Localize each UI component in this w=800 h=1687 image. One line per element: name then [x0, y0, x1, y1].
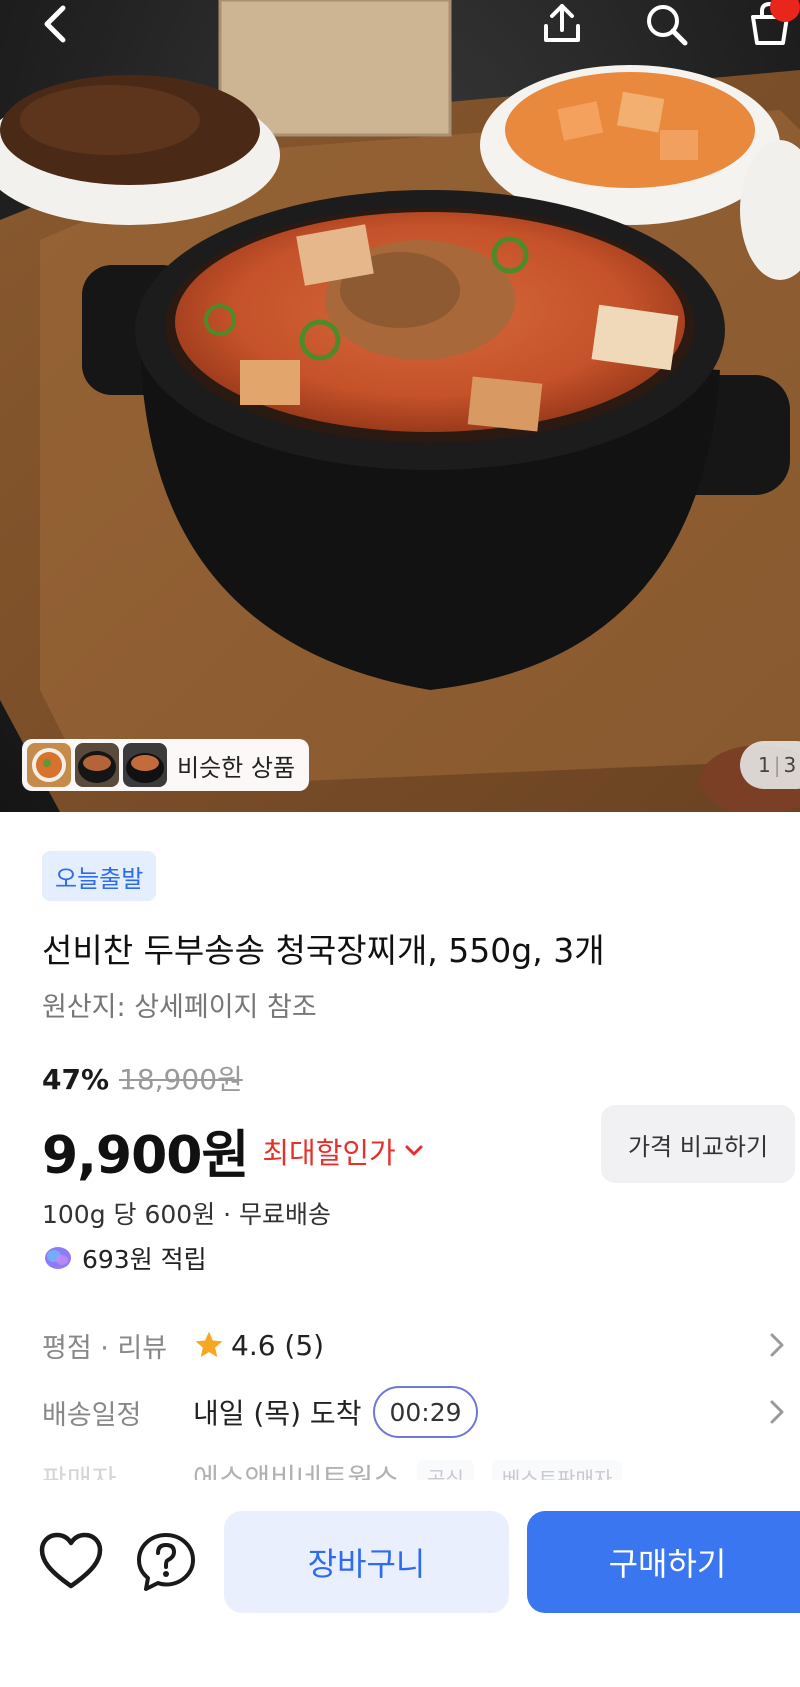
max-discount-label: 최대할인가 [262, 1135, 396, 1170]
question-icon[interactable] [134, 1530, 198, 1594]
origin-info: 원산지: 상세페이지 참조 [42, 992, 317, 1023]
product-image-gallery[interactable]: 비슷한 상품 1 | 3 [0, 0, 800, 812]
similar-products-button[interactable]: 비슷한 상품 [22, 739, 310, 791]
page-separator: | [773, 753, 781, 777]
rating-value: 4.6 (5) [231, 1328, 325, 1362]
reward-points: 693원 적립 [42, 1240, 207, 1276]
star-icon [195, 1331, 223, 1357]
rating-label: 평점 · 리뷰 [42, 1332, 168, 1364]
similar-products-label: 비슷한 상품 [177, 753, 296, 782]
heart-icon[interactable] [38, 1532, 104, 1592]
product-title: 선비찬 두부송송 청국장찌개, 550g, 3개 [42, 931, 605, 970]
unit-price-shipping: 100g 당 600원 · 무료배송 [42, 1200, 332, 1229]
chevron-down-icon [405, 1145, 423, 1155]
delivery-value-group: 내일 (목) 도착 00:29 [193, 1386, 478, 1438]
similar-thumb-2 [75, 743, 119, 787]
rating-review-row[interactable]: 평점 · 리뷰 4.6 (5) [42, 1319, 800, 1371]
image-page-indicator: 1 | 3 [740, 741, 800, 789]
page-current: 1 [758, 753, 771, 777]
page-total: 3 [783, 753, 797, 777]
similar-thumb-1 [27, 743, 71, 787]
rating-value-group: 4.6 (5) [193, 1329, 324, 1362]
buy-now-button[interactable]: 구매하기 [527, 1511, 800, 1613]
search-icon[interactable] [636, 0, 696, 48]
reward-text: 693원 적립 [82, 1245, 207, 1274]
reward-coin-icon [45, 1247, 71, 1269]
chevron-right-icon [770, 1333, 784, 1357]
share-icon[interactable] [532, 0, 592, 48]
max-discount-toggle[interactable]: 최대할인가 [262, 1130, 423, 1172]
sale-price: 9,900원 [42, 1126, 249, 1186]
delivery-schedule-row[interactable]: 배송일정 내일 (목) 도착 00:29 [42, 1386, 800, 1438]
similar-thumb-3 [123, 743, 167, 787]
add-to-cart-button[interactable]: 장바구니 [224, 1511, 509, 1613]
discount-row: 47% 18,900원 [42, 1058, 243, 1098]
price-compare-button[interactable]: 가격 비교하기 [601, 1105, 795, 1183]
cart-icon[interactable] [740, 0, 800, 48]
chevron-right-icon [770, 1400, 784, 1424]
price-row: 9,900원 최대할인가 [42, 1113, 424, 1188]
discount-rate: 47% [42, 1063, 110, 1096]
back-icon[interactable] [26, 0, 86, 48]
delivery-timer: 00:29 [373, 1386, 478, 1438]
today-shipping-badge: 오늘출발 [42, 851, 157, 901]
delivery-value: 내일 (목) 도착 [193, 1397, 362, 1430]
original-price: 18,900원 [119, 1063, 243, 1096]
product-photo [0, 0, 800, 812]
delivery-label: 배송일정 [42, 1399, 142, 1431]
